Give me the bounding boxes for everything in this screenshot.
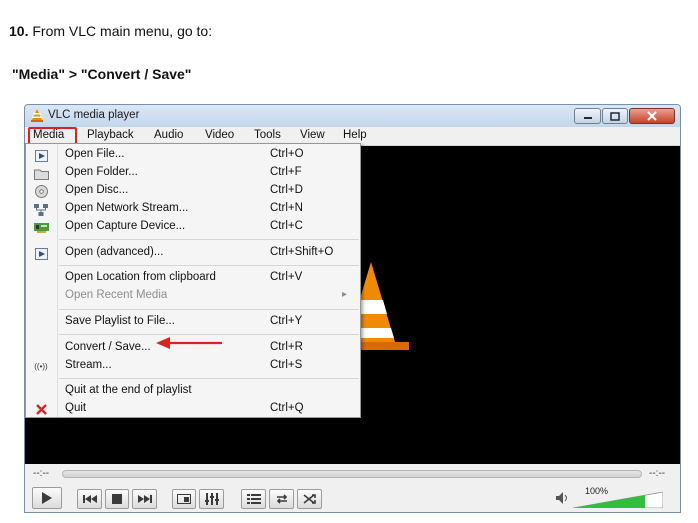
menu-separator: [59, 265, 359, 266]
extended-settings-button[interactable]: [199, 489, 224, 509]
menu-item-quit-end-playlist[interactable]: Quit at the end of playlist: [26, 382, 360, 400]
play-file-icon: [33, 247, 49, 260]
fullscreen-button[interactable]: [172, 489, 196, 509]
menu-help[interactable]: Help: [343, 129, 367, 141]
folder-icon: [33, 167, 49, 180]
menu-item-open-disc[interactable]: Open Disc... Ctrl+D: [26, 182, 360, 200]
playlist-icon: [246, 494, 261, 504]
step-number: 10.: [9, 23, 29, 39]
volume-slider[interactable]: [573, 492, 663, 508]
menu-audio[interactable]: Audio: [154, 129, 183, 141]
play-file-icon: [33, 149, 49, 162]
close-icon: [647, 111, 657, 121]
step-text: From VLC main menu, go to:: [32, 23, 213, 39]
menu-item-open-folder[interactable]: Open Folder... Ctrl+F: [26, 164, 360, 182]
menu-item-open-advanced[interactable]: Open (advanced)... Ctrl+Shift+O: [26, 244, 360, 262]
menu-item-quit[interactable]: Quit Ctrl+Q: [26, 400, 360, 418]
stream-icon: ((•)): [34, 362, 48, 371]
menu-separator: [59, 334, 359, 335]
submenu-arrow-icon: ▸: [342, 289, 348, 300]
fullscreen-icon: [177, 494, 191, 504]
time-total: --:--: [649, 468, 666, 479]
menu-view[interactable]: View: [300, 129, 325, 141]
step-instruction: 10. From VLC main menu, go to:: [9, 23, 212, 39]
window-title: VLC media player: [48, 109, 140, 121]
speaker-icon[interactable]: [556, 492, 570, 504]
media-dropdown-menu: Open File... Ctrl+O Open Folder... Ctrl+…: [25, 143, 361, 418]
menu-item-open-file[interactable]: Open File... Ctrl+O: [26, 146, 360, 164]
menu-item-stream[interactable]: ((•)) Stream... Ctrl+S: [26, 357, 360, 375]
menu-separator: [59, 378, 359, 379]
capture-card-icon: [33, 221, 49, 234]
play-button[interactable]: [32, 487, 62, 509]
maximize-button[interactable]: [602, 108, 628, 124]
playlist-button[interactable]: [241, 489, 266, 509]
network-icon: [33, 203, 49, 216]
loop-icon: [276, 494, 287, 504]
menu-item-open-recent-media[interactable]: Open Recent Media ▸: [26, 287, 360, 305]
maximize-icon: [610, 111, 620, 121]
equalizer-icon: [204, 493, 219, 505]
menu-separator: [59, 239, 359, 240]
shuffle-icon: [303, 494, 316, 504]
time-elapsed: --:--: [33, 468, 50, 479]
disc-icon: [33, 185, 49, 198]
minimize-icon: [583, 117, 592, 119]
next-button[interactable]: [132, 489, 157, 509]
menu-playback[interactable]: Playback: [87, 129, 134, 141]
menu-video[interactable]: Video: [205, 129, 234, 141]
seek-slider[interactable]: [62, 470, 642, 478]
title-bar[interactable]: VLC media player: [25, 105, 680, 127]
shuffle-button[interactable]: [297, 489, 322, 509]
menu-tools[interactable]: Tools: [254, 129, 281, 141]
previous-button[interactable]: [77, 489, 102, 509]
next-icon: [137, 495, 152, 503]
play-icon: [42, 492, 52, 504]
previous-icon: [82, 495, 97, 503]
loop-button[interactable]: [269, 489, 294, 509]
close-x-icon: [33, 403, 49, 416]
minimize-button[interactable]: [574, 108, 601, 124]
close-button[interactable]: [629, 108, 675, 124]
menu-item-open-network-stream[interactable]: Open Network Stream... Ctrl+N: [26, 200, 360, 218]
menu-item-save-playlist[interactable]: Save Playlist to File... Ctrl+Y: [26, 313, 360, 331]
stop-icon: [112, 494, 122, 504]
menu-separator: [59, 309, 359, 310]
controls-bar: --:-- --:-- 100%: [25, 464, 680, 512]
stop-button[interactable]: [105, 489, 129, 509]
red-arrow-annotation: [156, 337, 222, 349]
menu-path-instruction: "Media" > "Convert / Save": [12, 66, 192, 82]
menu-item-open-capture-device[interactable]: Open Capture Device... Ctrl+C: [26, 218, 360, 236]
menu-item-open-location-clipboard[interactable]: Open Location from clipboard Ctrl+V: [26, 269, 360, 287]
vlc-cone-icon: [31, 109, 43, 122]
